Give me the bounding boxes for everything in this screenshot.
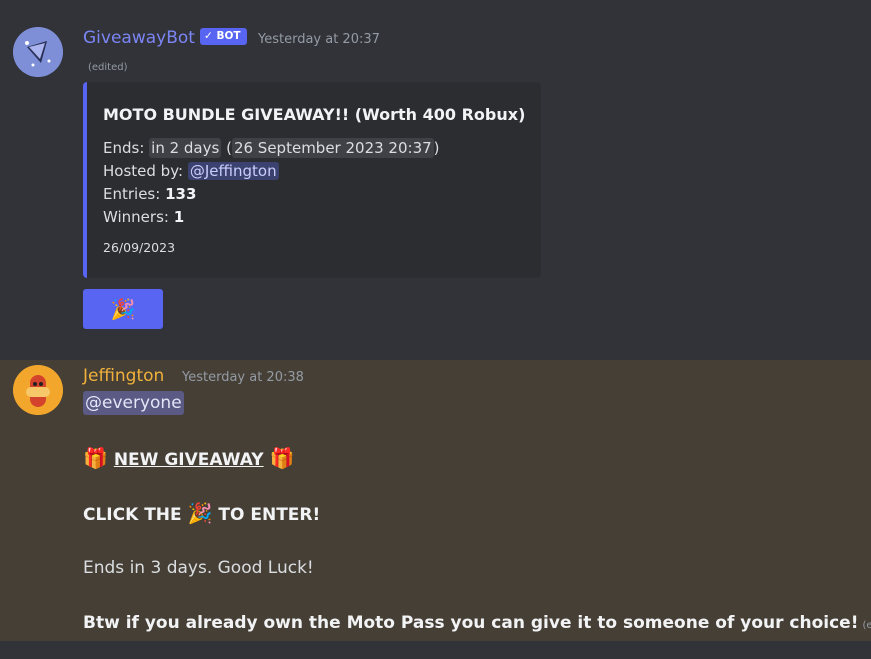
headline-line: 🎁 NEW GIVEAWAY 🎁 [83, 446, 294, 470]
winners-value: 1 [173, 208, 185, 226]
user-avatar[interactable] [13, 365, 63, 415]
gift-icon: 🎁 [269, 446, 295, 470]
giveawaybot-message: GiveawayBot ✓ BOT Yesterday at 20:37 (ed… [0, 0, 871, 360]
headline-text: NEW GIVEAWAY [113, 450, 264, 470]
party-popper-icon: 🎉 [187, 501, 213, 525]
bot-avatar[interactable] [13, 27, 63, 77]
hosted-line: Hosted by: @Jeffington [103, 162, 279, 180]
party-hat-icon [13, 27, 63, 77]
enter-giveaway-button[interactable]: 🎉 [83, 289, 163, 329]
entries-line: Entries: 133 [103, 185, 196, 203]
btw-text: Btw if you already own the Moto Pass you… [83, 613, 859, 633]
embed-footer-date: 26/09/2023 [103, 240, 176, 255]
party-popper-icon: 🎉 [110, 297, 136, 321]
gift-icon: 🎁 [83, 446, 108, 470]
ends-label: Ends: [103, 139, 145, 157]
timestamp[interactable]: Yesterday at 20:38 [182, 370, 304, 385]
ends-line: Ends: in 2 days (26 September 2023 20:37… [103, 138, 440, 158]
entries-value: 133 [165, 185, 197, 203]
click-suffix: TO ENTER! [218, 505, 321, 525]
embed-title: MOTO BUNDLE GIVEAWAY!! (Worth 400 Robux) [103, 105, 526, 124]
ends-text: Ends in 3 days. Good Luck! [83, 558, 314, 578]
host-mention[interactable]: @Jeffington [187, 162, 279, 180]
author-name[interactable]: Jeffington [83, 366, 164, 386]
click-prefix: CLICK THE [83, 505, 182, 525]
hosted-label: Hosted by: [103, 162, 184, 180]
bottom-strip [0, 641, 871, 659]
edited-label: (edited) [88, 62, 128, 73]
hotdog-character-icon [13, 365, 63, 415]
winners-line: Winners: 1 [103, 208, 184, 226]
entries-label: Entries: [103, 185, 161, 203]
author-name[interactable]: GiveawayBot [83, 28, 195, 48]
everyone-mention[interactable]: @everyone [83, 391, 184, 415]
edited-label: (edited) [862, 620, 871, 631]
ends-absolute-chip[interactable]: 26 September 2023 20:37 [231, 138, 434, 158]
giveaway-embed: MOTO BUNDLE GIVEAWAY!! (Worth 400 Robux)… [83, 82, 541, 278]
timestamp[interactable]: Yesterday at 20:37 [258, 32, 380, 47]
btw-line: Btw if you already own the Moto Pass you… [83, 613, 871, 633]
winners-label: Winners: [103, 208, 169, 226]
click-instruction: CLICK THE 🎉 TO ENTER! [83, 501, 320, 525]
ends-relative-chip[interactable]: in 2 days [149, 138, 222, 158]
bot-tag-badge: ✓ BOT [200, 28, 247, 45]
